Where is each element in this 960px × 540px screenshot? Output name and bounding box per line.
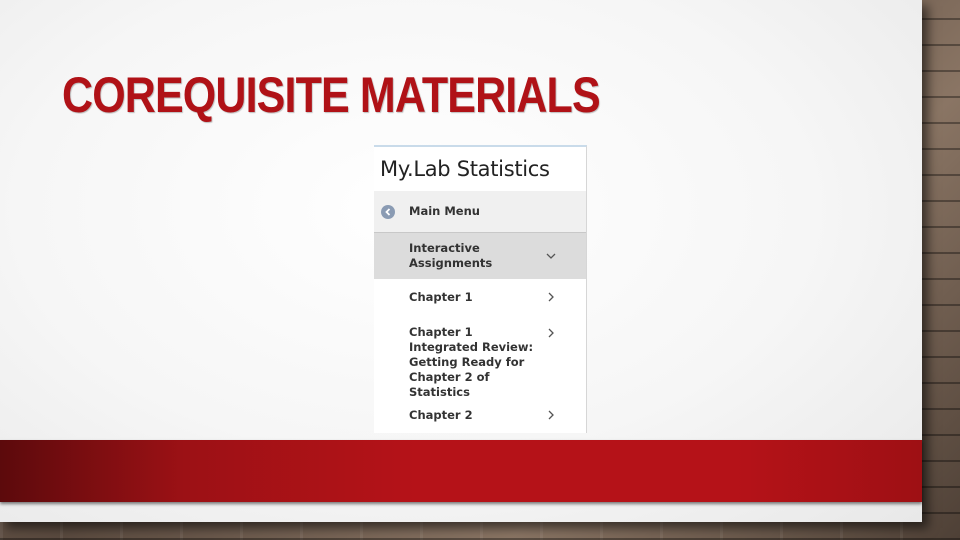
- back-arrow-icon[interactable]: [381, 204, 395, 219]
- chevron-right-icon: [546, 328, 556, 338]
- mylab-app-title: My.Lab Statistics: [374, 147, 586, 191]
- menu-item-label: Chapter 1: [409, 289, 473, 304]
- chevron-down-icon: [546, 251, 556, 261]
- slide-title: COREQUISITE MATERIALS: [62, 67, 601, 123]
- menu-item-label: Interactive Assignments: [409, 241, 493, 270]
- menu-item-label: Chapter 2: [409, 407, 473, 422]
- menu-item-chapter-2[interactable]: Chapter 2: [374, 397, 586, 433]
- menu-item-label: Chapter 1 Integrated Review: Getting Rea…: [409, 325, 534, 399]
- menu-item-chapter-1-integrated-review[interactable]: Chapter 1 Integrated Review: Getting Rea…: [374, 315, 586, 399]
- decorative-red-band: [0, 440, 922, 502]
- menu-item-interactive-assignments[interactable]: Interactive Assignments: [374, 233, 586, 279]
- slide: COREQUISITE MATERIALS My.Lab Statistics …: [0, 0, 922, 522]
- main-menu-button[interactable]: Main Menu: [374, 191, 586, 233]
- main-menu-label: Main Menu: [409, 204, 480, 218]
- menu-item-chapter-1[interactable]: Chapter 1: [374, 279, 586, 315]
- chevron-right-icon: [546, 292, 556, 302]
- mylab-menu-screenshot: My.Lab Statistics Main Menu Interactive …: [374, 145, 587, 433]
- chevron-right-icon: [546, 410, 556, 420]
